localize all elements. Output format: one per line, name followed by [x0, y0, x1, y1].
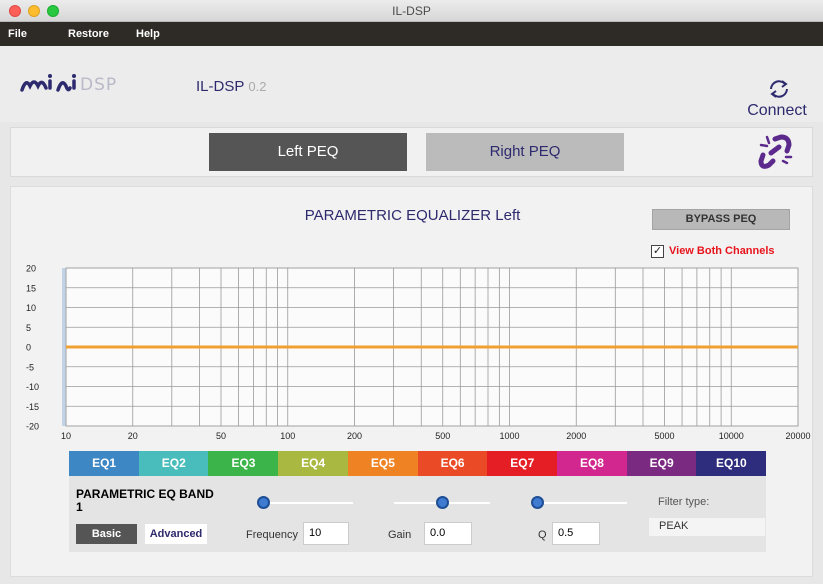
- gain-label: Gain: [388, 529, 412, 541]
- gain-slider[interactable]: [394, 496, 490, 510]
- title-bar: IL-DSP: [0, 0, 823, 22]
- y-tick-label: -10: [26, 382, 39, 392]
- level-strip: [62, 268, 66, 426]
- menu-restore[interactable]: Restore: [68, 28, 109, 40]
- bypass-peq-button[interactable]: BYPASS PEQ: [652, 209, 790, 230]
- y-tick-label: -5: [26, 362, 34, 372]
- eq-tab-eq6[interactable]: EQ6: [417, 451, 488, 476]
- y-tick-label: -20: [26, 422, 39, 432]
- filter-type-label: Filter type:: [658, 496, 710, 508]
- y-tick-label: 20: [26, 264, 36, 274]
- eq-tab-eq5[interactable]: EQ5: [347, 451, 418, 476]
- q-slider[interactable]: [531, 496, 627, 510]
- eq-band-tabs: EQ1 EQ2 EQ3 EQ4 EQ5 EQ6 EQ7 EQ8 EQ9 EQ10: [69, 451, 767, 476]
- frequency-label: Frequency: [246, 529, 298, 541]
- eq-tab-eq2[interactable]: EQ2: [138, 451, 209, 476]
- window-title: IL-DSP: [392, 4, 431, 18]
- filter-type-select[interactable]: PEAK: [649, 518, 765, 536]
- eq-tab-eq1[interactable]: EQ1: [69, 451, 140, 476]
- connect-button[interactable]: Connect: [741, 78, 813, 122]
- eq-response-chart[interactable]: 20151050-5-10-15-2010 20 50 100 200 500 1000 20…: [0, 254, 823, 444]
- x-tick-label: 20000: [785, 431, 810, 441]
- eq-tab-eq10[interactable]: EQ10: [696, 451, 767, 476]
- menu-file[interactable]: File: [8, 28, 27, 40]
- gain-input[interactable]: 0.0: [424, 522, 472, 545]
- app-window: IL-DSP File Restore Help DSP IL-DSP 0.2 C…: [0, 0, 823, 584]
- q-slider-knob[interactable]: [531, 496, 544, 509]
- x-tick-label: 10: [61, 431, 71, 441]
- q-label: Q: [538, 529, 547, 541]
- y-tick-label: -15: [26, 402, 39, 412]
- frequency-slider-knob[interactable]: [257, 496, 270, 509]
- q-input[interactable]: 0.5: [552, 522, 600, 545]
- gain-slider-knob[interactable]: [435, 496, 449, 509]
- x-tick-label: 200: [347, 431, 362, 441]
- app-version: 0.2: [248, 79, 267, 94]
- connect-label: Connect: [747, 102, 807, 119]
- x-tick-label: 100: [280, 431, 295, 441]
- frequency-slider-track: [257, 502, 353, 504]
- x-tick-label: 20: [128, 431, 138, 441]
- eq-tab-eq8[interactable]: EQ8: [556, 451, 628, 476]
- link-channels-icon[interactable]: [753, 131, 797, 175]
- band-title: PARAMETRIC EQ BAND 1: [76, 487, 214, 514]
- x-tick-label: 2000: [566, 431, 586, 441]
- minidsp-logo: DSP: [20, 74, 117, 95]
- y-tick-label: 0: [26, 343, 31, 353]
- menu-bar: File Restore Help: [0, 22, 823, 46]
- x-tick-label: 500: [435, 431, 450, 441]
- advanced-button[interactable]: Advanced: [145, 524, 207, 544]
- tab-right-peq[interactable]: Right PEQ: [426, 133, 624, 171]
- q-slider-track: [531, 502, 627, 504]
- y-tick-label: 5: [26, 323, 31, 333]
- eq-tab-eq9[interactable]: EQ9: [626, 451, 697, 476]
- basic-button[interactable]: Basic: [76, 524, 137, 544]
- menu-help[interactable]: Help: [136, 28, 160, 40]
- x-tick-label: 5000: [654, 431, 674, 441]
- y-tick-label: 10: [26, 303, 36, 313]
- channel-tabs: Left PEQ Right PEQ: [10, 127, 813, 177]
- band-controls: PARAMETRIC EQ BAND 1 Basic Advanced Freq…: [69, 476, 766, 552]
- x-tick-label: 1000: [499, 431, 519, 441]
- eq-tab-eq7[interactable]: EQ7: [487, 451, 558, 476]
- tab-left-peq[interactable]: Left PEQ: [209, 133, 407, 171]
- refresh-icon: [770, 80, 788, 98]
- y-tick-label: 15: [26, 283, 36, 293]
- svg-text:DSP: DSP: [80, 75, 117, 95]
- eq-tab-eq4[interactable]: EQ4: [278, 451, 349, 476]
- frequency-slider[interactable]: [257, 496, 353, 510]
- app-name: IL-DSP 0.2: [196, 78, 267, 95]
- x-tick-label: 50: [216, 431, 226, 441]
- x-tick-label: 10000: [719, 431, 744, 441]
- eq-tab-eq3[interactable]: EQ3: [208, 451, 279, 476]
- header: DSP IL-DSP 0.2 Connect: [0, 46, 823, 122]
- frequency-input[interactable]: 10: [303, 522, 349, 545]
